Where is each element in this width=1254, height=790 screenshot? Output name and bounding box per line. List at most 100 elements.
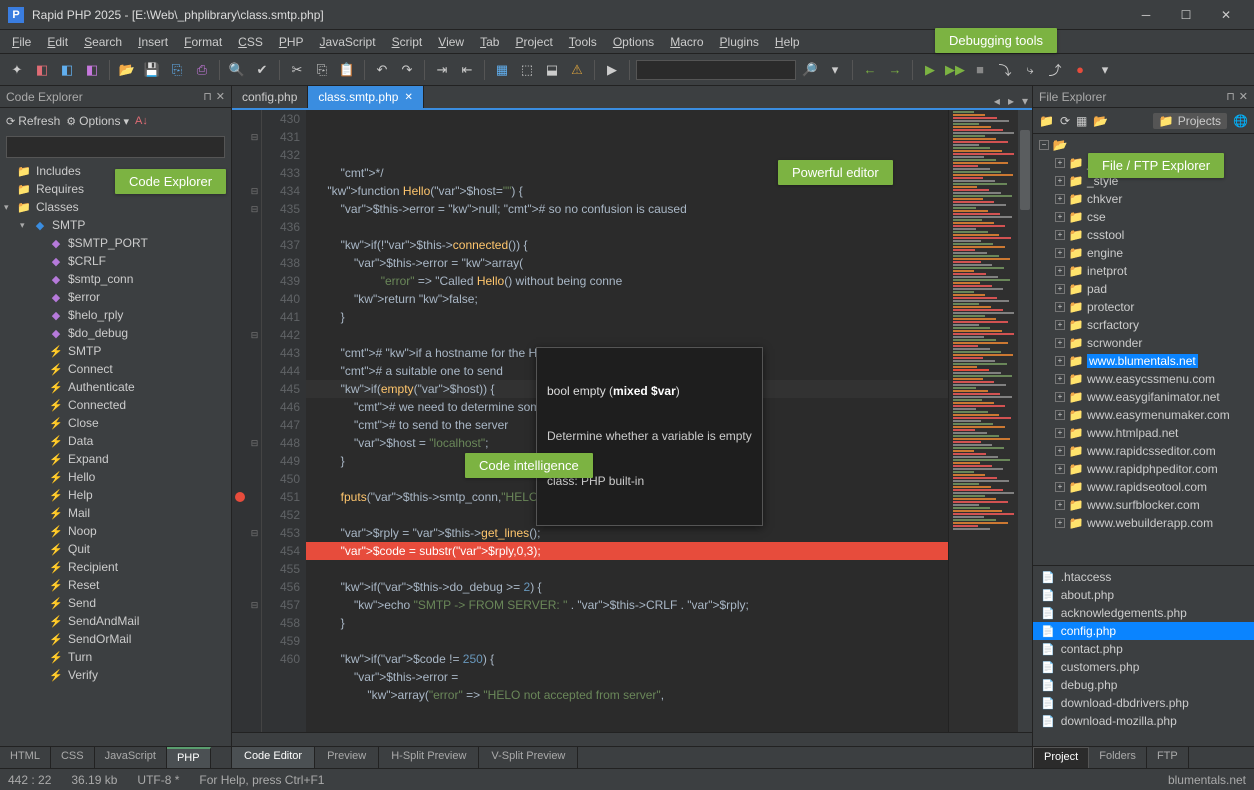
- find-next-button[interactable]: 🔎: [799, 59, 821, 81]
- method-data[interactable]: ⚡Data: [0, 432, 231, 450]
- tab-nav-0[interactable]: ◂: [990, 94, 1004, 108]
- tool-a-button[interactable]: ⬚: [516, 59, 538, 81]
- file-debug.php[interactable]: 📄debug.php: [1033, 676, 1254, 694]
- menu-macro[interactable]: Macro: [662, 32, 711, 52]
- folder-www.htmlpad.net[interactable]: +📁www.htmlpad.net: [1033, 424, 1254, 442]
- view-tab-3[interactable]: V-Split Preview: [479, 747, 578, 768]
- folder-classes[interactable]: ▾📁Classes: [0, 198, 231, 216]
- view-tab-2[interactable]: H-Split Preview: [379, 747, 479, 768]
- method-verify[interactable]: ⚡Verify: [0, 666, 231, 684]
- folder-www.rapidcsseditor.com[interactable]: +📁www.rapidcsseditor.com: [1033, 442, 1254, 460]
- menu-view[interactable]: View: [430, 32, 472, 52]
- tab-nav-1[interactable]: ▸: [1004, 94, 1018, 108]
- var-SMTP_PORT[interactable]: ◆$SMTP_PORT: [0, 234, 231, 252]
- debug-run-button[interactable]: ▶: [919, 59, 941, 81]
- var-error[interactable]: ◆$error: [0, 288, 231, 306]
- file-config.php[interactable]: 📄config.php: [1033, 622, 1254, 640]
- fe-tab-ftp[interactable]: FTP: [1147, 747, 1189, 768]
- file-download-mozilla.php[interactable]: 📄download-mozilla.php: [1033, 712, 1254, 730]
- sort-button[interactable]: A↓: [135, 115, 148, 127]
- debug-step-into-button[interactable]: ⤷: [1019, 59, 1041, 81]
- redo-button[interactable]: ↷: [396, 59, 418, 81]
- save-button[interactable]: 💾: [141, 59, 163, 81]
- menu-plugins[interactable]: Plugins: [712, 32, 767, 52]
- menu-project[interactable]: Project: [507, 32, 560, 52]
- folder-www.webuilderapp.com[interactable]: +📁www.webuilderapp.com: [1033, 514, 1254, 532]
- menu-css[interactable]: CSS: [230, 32, 271, 52]
- new-css-button[interactable]: ◧: [56, 59, 78, 81]
- globe-button[interactable]: 🌐: [1233, 114, 1248, 128]
- method-sendormail[interactable]: ⚡SendOrMail: [0, 630, 231, 648]
- file-download-dbdrivers.php[interactable]: 📄download-dbdrivers.php: [1033, 694, 1254, 712]
- code-explorer-tree[interactable]: 📁Includes📁Requires▾📁Classes▾◆SMTP◆$SMTP_…: [0, 160, 231, 746]
- find-opts-button[interactable]: ▾: [824, 59, 846, 81]
- menu-help[interactable]: Help: [767, 32, 808, 52]
- pin-button[interactable]: ⊓: [1226, 90, 1235, 103]
- folder-pad[interactable]: +📁pad: [1033, 280, 1254, 298]
- up-folder-button[interactable]: 📂: [1093, 114, 1108, 128]
- menu-insert[interactable]: Insert: [130, 32, 176, 52]
- var-CRLF[interactable]: ◆$CRLF: [0, 252, 231, 270]
- var-do_debug[interactable]: ◆$do_debug: [0, 324, 231, 342]
- folder-www.easygifanimator.net[interactable]: +📁www.easygifanimator.net: [1033, 388, 1254, 406]
- nav-back-button[interactable]: ←: [859, 59, 881, 81]
- folder-scrfactory[interactable]: +📁scrfactory: [1033, 316, 1254, 334]
- folder-www.easycssmenu.com[interactable]: +📁www.easycssmenu.com: [1033, 370, 1254, 388]
- save-all-button[interactable]: ⎘: [166, 59, 188, 81]
- panel-close-button[interactable]: ✕: [216, 90, 225, 103]
- method-noop[interactable]: ⚡Noop: [0, 522, 231, 540]
- folder-cse[interactable]: +📁cse: [1033, 208, 1254, 226]
- menu-options[interactable]: Options: [605, 32, 662, 52]
- menu-javascript[interactable]: JavaScript: [312, 32, 384, 52]
- folder-csstool[interactable]: +📁csstool: [1033, 226, 1254, 244]
- file-.htaccess[interactable]: 📄.htaccess: [1033, 568, 1254, 586]
- folder-www.blumentals.net[interactable]: +📁www.blumentals.net: [1033, 352, 1254, 370]
- spellcheck-button[interactable]: ✔: [251, 59, 273, 81]
- method-hello[interactable]: ⚡Hello: [0, 468, 231, 486]
- method-connected[interactable]: ⚡Connected: [0, 396, 231, 414]
- cut-button[interactable]: ✂: [286, 59, 308, 81]
- tab-nav-2[interactable]: ▾: [1018, 94, 1032, 108]
- var-smtp_conn[interactable]: ◆$smtp_conn: [0, 270, 231, 288]
- new-folder-button[interactable]: 📁: [1039, 114, 1054, 128]
- class-smtp[interactable]: ▾◆SMTP: [0, 216, 231, 234]
- toggle-breakpoint-button[interactable]: ●: [1069, 59, 1091, 81]
- method-connect[interactable]: ⚡Connect: [0, 360, 231, 378]
- save-project-button[interactable]: ⎙: [191, 59, 213, 81]
- panel-close-button[interactable]: ✕: [1239, 90, 1248, 103]
- refresh-folders-button[interactable]: ⟳: [1060, 114, 1070, 128]
- search-button[interactable]: 🔍: [226, 59, 248, 81]
- open-button[interactable]: 📂: [116, 59, 138, 81]
- folder-inetprot[interactable]: +📁inetprot: [1033, 262, 1254, 280]
- vertical-scrollbar[interactable]: [1018, 110, 1032, 732]
- folder-scrwonder[interactable]: +📁scrwonder: [1033, 334, 1254, 352]
- folder-protector[interactable]: +📁protector: [1033, 298, 1254, 316]
- undo-button[interactable]: ↶: [371, 59, 393, 81]
- explorer-search-input[interactable]: [6, 136, 225, 158]
- file-contact.php[interactable]: 📄contact.php: [1033, 640, 1254, 658]
- minimap[interactable]: [948, 110, 1018, 732]
- horizontal-scrollbar[interactable]: [232, 732, 1032, 746]
- menu-format[interactable]: Format: [176, 32, 230, 52]
- method-expand[interactable]: ⚡Expand: [0, 450, 231, 468]
- projects-dropdown[interactable]: 📁 Projects: [1153, 113, 1227, 129]
- debug-step-over-button[interactable]: ⤵: [994, 59, 1016, 81]
- validate-button[interactable]: ⚠: [566, 59, 588, 81]
- options-button[interactable]: ⚙ Options ▾: [66, 114, 129, 128]
- method-sendandmail[interactable]: ⚡SendAndMail: [0, 612, 231, 630]
- folder-www.rapidseotool.com[interactable]: +📁www.rapidseotool.com: [1033, 478, 1254, 496]
- lang-tab-css[interactable]: CSS: [51, 747, 95, 768]
- copy-button[interactable]: ⎘: [311, 59, 333, 81]
- nav-forward-button[interactable]: →: [884, 59, 906, 81]
- indent-button[interactable]: ⇥: [431, 59, 453, 81]
- debug-settings-button[interactable]: ▾: [1094, 59, 1116, 81]
- fe-tab-folders[interactable]: Folders: [1089, 747, 1147, 768]
- method-quit[interactable]: ⚡Quit: [0, 540, 231, 558]
- lang-tab-html[interactable]: HTML: [0, 747, 51, 768]
- lang-tab-javascript[interactable]: JavaScript: [95, 747, 167, 768]
- toolbar-search-input[interactable]: [636, 60, 796, 80]
- folder-www.rapidphpeditor.com[interactable]: +📁www.rapidphpeditor.com: [1033, 460, 1254, 478]
- lang-tab-php[interactable]: PHP: [167, 747, 211, 768]
- minimize-button[interactable]: ─: [1126, 1, 1166, 29]
- breakpoint-gutter[interactable]: [232, 110, 248, 732]
